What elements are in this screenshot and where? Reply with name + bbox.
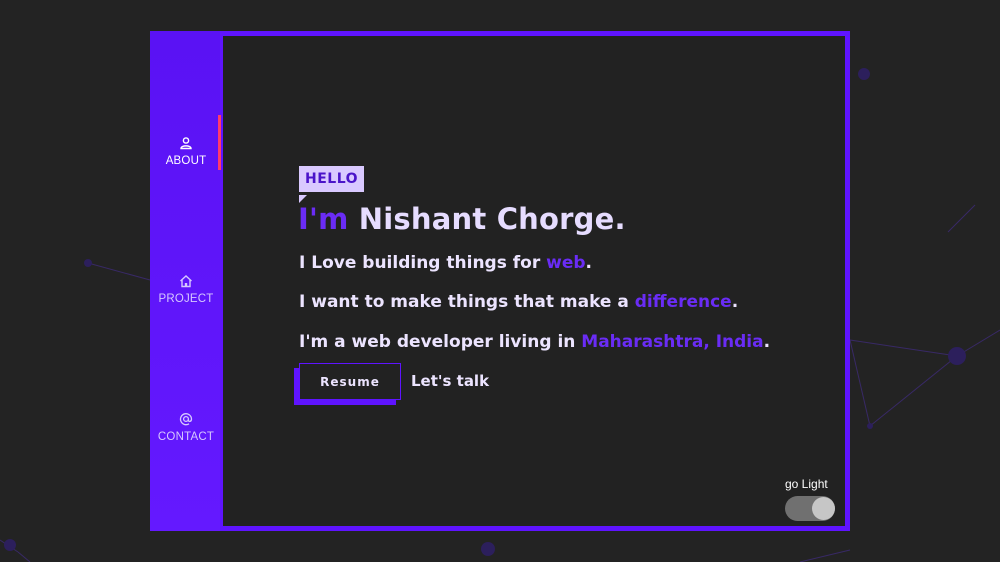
hello-badge: HELLO	[299, 166, 365, 192]
home-icon	[180, 274, 192, 287]
intro-line-1-accent: web	[546, 253, 586, 273]
active-nav-indicator	[218, 115, 221, 170]
intro-line-1: I Love building things for web.	[299, 253, 592, 273]
intro-line-2-accent: difference	[634, 292, 732, 312]
theme-toggle[interactable]	[785, 496, 835, 521]
nav-label-project: PROJECT	[158, 292, 214, 305]
intro-line-3-accent: Maharashtra, India	[581, 332, 764, 352]
intro-line-2-end: .	[731, 292, 739, 312]
nav-item-project[interactable]: PROJECT	[150, 261, 222, 317]
nav-item-contact[interactable]: CONTACT	[150, 399, 222, 455]
intro-line-2-text: I want to make things that make a	[299, 292, 635, 312]
intro-line-2: I want to make things that make a differ…	[299, 292, 738, 312]
nav-item-about[interactable]: ABOUT	[150, 123, 222, 179]
intro-line-1-end: .	[585, 253, 593, 273]
nav-label-contact: CONTACT	[157, 430, 215, 443]
resume-button[interactable]: Resume	[299, 363, 401, 400]
intro-line-3-text: I'm a web developer living in	[299, 332, 582, 352]
heading-name: Nishant Chorge.	[358, 202, 626, 236]
hero-heading: I'm Nishant Chorge.	[298, 202, 626, 236]
lets-talk-link[interactable]: Let's talk	[411, 372, 489, 390]
theme-toggle-knob[interactable]	[812, 497, 835, 520]
main-panel: HELLO I'm Nishant Chorge. I Love buildin…	[223, 36, 845, 526]
nav-label-about: ABOUT	[165, 154, 207, 167]
at-icon	[179, 412, 193, 425]
theme-toggle-label: go Light	[785, 477, 828, 491]
intro-line-3-end: .	[763, 332, 771, 352]
portfolio-frame: ABOUT PROJECT CONTACT HELLO I'm Nishant …	[150, 31, 850, 531]
sidebar-nav: ABOUT PROJECT CONTACT	[150, 31, 222, 531]
heading-prefix: I'm	[298, 202, 349, 236]
user-icon	[180, 136, 192, 149]
intro-line-3: I'm a web developer living in Maharashtr…	[299, 332, 770, 352]
intro-line-1-text: I Love building things for	[299, 253, 547, 273]
